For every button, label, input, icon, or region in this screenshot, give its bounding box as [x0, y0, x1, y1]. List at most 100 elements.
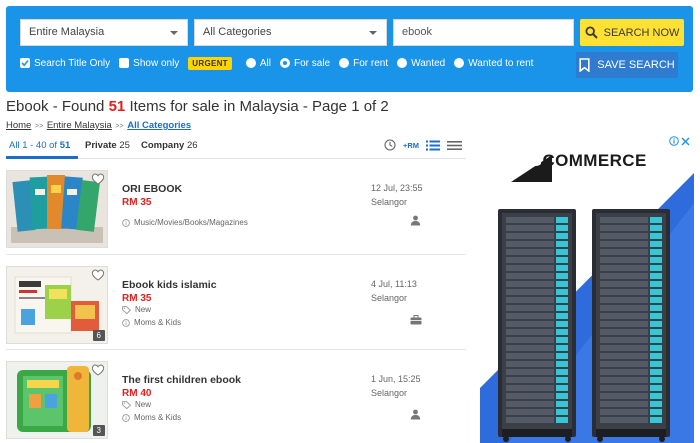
location-select[interactable]: Entire Malaysia [20, 19, 188, 46]
search-icon [585, 26, 598, 39]
favorite-heart-icon[interactable] [91, 172, 105, 186]
keyword-input[interactable]: ebook [393, 19, 574, 46]
rack-unit [506, 305, 554, 311]
rack-unit [600, 345, 648, 351]
tag-icon [122, 400, 131, 409]
rack-light [556, 289, 568, 295]
save-search-button[interactable]: SAVE SEARCH [576, 52, 678, 78]
rack-light [650, 233, 662, 239]
rack-light [650, 345, 662, 351]
rack-light [650, 313, 662, 319]
listing-title[interactable]: The first children ebook [122, 374, 241, 386]
rack-light [556, 353, 568, 359]
type-option-all[interactable]: All [245, 58, 271, 69]
rack-light [650, 377, 662, 383]
tab-all[interactable]: All 1 - 40 of 51 [9, 140, 70, 151]
rack-light [650, 329, 662, 335]
rack-light [650, 417, 662, 423]
radio-icon[interactable] [339, 58, 350, 68]
rack-unit [600, 353, 648, 359]
listing-title[interactable]: Ebook kids islamic [122, 279, 217, 291]
category-value: All Categories [203, 26, 272, 38]
breadcrumb-home-link[interactable]: Home [6, 120, 31, 131]
search-now-label: SEARCH NOW [603, 26, 680, 39]
rack-unit [600, 385, 648, 391]
rack-light [556, 313, 568, 319]
checkbox-icon[interactable] [119, 58, 130, 68]
compact-view-icon[interactable] [447, 140, 462, 151]
favorite-heart-icon[interactable] [91, 363, 105, 377]
rack-light [650, 297, 662, 303]
breadcrumb-category-link[interactable]: All Categories [127, 120, 191, 131]
radio-selected-icon[interactable] [280, 58, 290, 68]
rack-light [556, 361, 568, 367]
favorite-heart-icon[interactable] [91, 268, 105, 282]
rack-unit [506, 265, 554, 271]
rack-light [556, 321, 568, 327]
radio-icon[interactable] [397, 58, 408, 68]
rack-unit [506, 353, 554, 359]
rack-light [556, 377, 568, 383]
show-only-option[interactable]: Show only [119, 58, 179, 69]
rack-unit [506, 385, 554, 391]
rack-unit [600, 329, 648, 335]
breadcrumb-region-link[interactable]: Entire Malaysia [47, 120, 112, 131]
rack-unit [506, 241, 554, 247]
rack-light [650, 281, 662, 287]
tab-company[interactable]: Company 26 [141, 140, 198, 151]
rack-light [556, 265, 568, 271]
server-racks-illustration [480, 155, 694, 443]
info-icon [122, 218, 130, 227]
keyword-value: ebook [402, 26, 432, 38]
rack-light [650, 249, 662, 255]
type-option-wanted[interactable]: Wanted [397, 58, 445, 69]
clock-icon[interactable] [384, 139, 396, 151]
listing-thumbnail[interactable]: 3 [6, 361, 108, 439]
rack-light [556, 217, 568, 223]
active-tab-indicator [6, 156, 78, 159]
list-item[interactable]: 6 Ebook kids islamic RM 35 New Moms & Ki… [6, 265, 466, 353]
listing-thumbnail[interactable] [6, 170, 108, 248]
urgent-badge[interactable]: URGENT [188, 56, 232, 70]
price-sort-button[interactable]: +RM [403, 141, 419, 150]
listing-thumbnail[interactable]: 6 [6, 266, 108, 344]
result-count: 51 [108, 98, 126, 115]
category-select[interactable]: All Categories [194, 19, 387, 46]
sort-view-tools: +RM [384, 139, 462, 151]
rack-unit [506, 297, 554, 303]
breadcrumb-separator: >> [115, 123, 124, 130]
listing-date: 12 Jul, 23:55 [371, 183, 423, 193]
rack-unit [600, 273, 648, 279]
rack-light [650, 369, 662, 375]
radio-icon[interactable] [454, 58, 465, 68]
listing-title[interactable]: ORI EBOOK [122, 183, 182, 195]
type-option-for-rent[interactable]: For rent [339, 58, 388, 69]
rack-unit [600, 409, 648, 415]
bigcommerce-ad[interactable]: BIGCOMMERCE [480, 133, 694, 443]
list-item[interactable]: ORI EBOOK RM 35 Music/Movies/Books/Magaz… [6, 169, 466, 257]
rack-unit [600, 217, 648, 223]
radio-icon[interactable] [245, 58, 256, 68]
type-option-for-sale[interactable]: For sale [280, 58, 330, 69]
title-only-option[interactable]: Search Title Only [20, 58, 110, 69]
rack-unit [506, 377, 554, 383]
listing-condition-label: New [135, 305, 152, 314]
rack-unit [506, 217, 554, 223]
type-option-wanted-to-rent[interactable]: Wanted to rent [454, 58, 533, 69]
checkbox-checked-icon[interactable] [20, 58, 30, 68]
list-view-icon[interactable] [426, 140, 440, 151]
listing-category: Moms & Kids [122, 413, 181, 422]
list-item[interactable]: 3 The first children ebook RM 40 New Mom… [6, 360, 466, 443]
rack-unit [600, 305, 648, 311]
rack-unit [600, 313, 648, 319]
info-icon [122, 318, 130, 327]
rack-unit [600, 225, 648, 231]
listing-category-label: Moms & Kids [134, 413, 182, 422]
type-option-label: Wanted to rent [468, 57, 534, 69]
search-now-button[interactable]: SEARCH NOW [580, 19, 684, 46]
rack-light [556, 401, 568, 407]
tab-private[interactable]: Private 25 [85, 140, 130, 151]
person-icon [410, 215, 421, 226]
rack-light [556, 257, 568, 263]
rack-light [556, 305, 568, 311]
